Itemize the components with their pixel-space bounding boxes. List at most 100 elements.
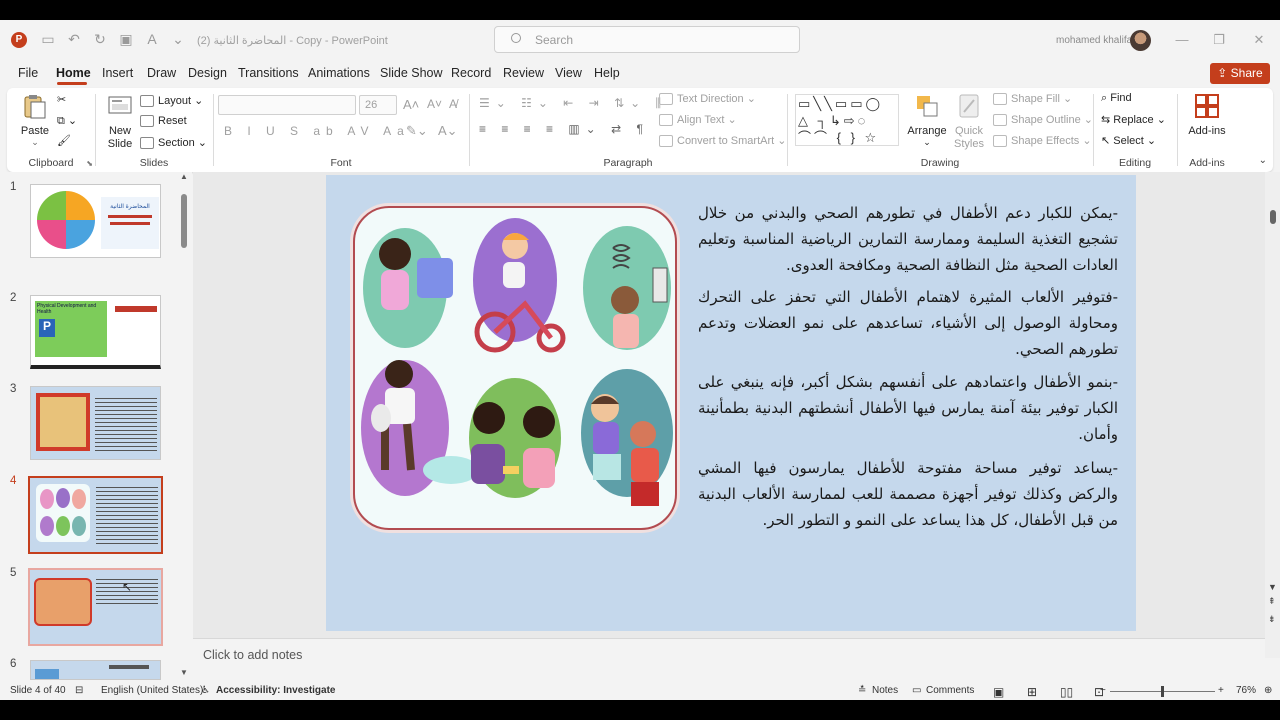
comments-icon[interactable]: ▭	[912, 685, 921, 696]
align-text-button[interactable]: Align Text ⌄	[659, 113, 737, 127]
language-status[interactable]: English (United States)	[101, 685, 203, 696]
tab-home[interactable]: Home	[56, 66, 91, 80]
tab-record[interactable]: Record	[451, 66, 491, 80]
tab-transitions[interactable]: Transitions	[238, 66, 299, 80]
tab-design[interactable]: Design	[188, 66, 227, 80]
font-color-icon[interactable]: A⌄	[438, 123, 458, 139]
slide-paragraph-3[interactable]: -بنمو الأطفال واعتمادهم على أنفسهم بشكل …	[698, 369, 1118, 447]
close-icon[interactable]: ✕	[1249, 32, 1269, 48]
font-format-buttons[interactable]: B I U S ab AV Aa	[224, 124, 410, 138]
previous-slide-icon[interactable]: ⇞	[1268, 596, 1276, 607]
minimize-icon[interactable]: —	[1172, 32, 1192, 47]
undo-icon[interactable]: ↶	[64, 31, 84, 48]
shape-fill-icon	[993, 93, 1007, 106]
select-button[interactable]: ↖ Select ⌄	[1101, 134, 1156, 147]
tab-review[interactable]: Review	[503, 66, 544, 80]
zoom-level[interactable]: 76%	[1236, 685, 1256, 696]
zoom-slider-thumb[interactable]	[1161, 686, 1164, 697]
highlight-icon[interactable]: ✎⌄	[406, 123, 428, 139]
restore-icon[interactable]: ❐	[1209, 32, 1229, 48]
clipboard-launcher-icon[interactable]: ⬊	[86, 159, 93, 168]
customize-qat-icon[interactable]: ⌄	[168, 31, 188, 48]
children-activities-illustration[interactable]	[353, 206, 677, 530]
notes-pane[interactable]: Click to add notes	[193, 638, 1265, 680]
current-slide[interactable]: -يمكن للكبار دعم الأطفال في تطورهم الصحي…	[326, 175, 1136, 631]
scrollbar-thumb[interactable]	[1270, 210, 1276, 224]
spelling-icon[interactable]: ⊟	[75, 685, 83, 696]
tab-help[interactable]: Help	[594, 66, 620, 80]
tab-slide-show[interactable]: Slide Show	[380, 66, 443, 80]
scrollbar-thumb[interactable]	[181, 194, 187, 248]
scroll-down-icon[interactable]: ▼	[1268, 582, 1277, 592]
next-slide-icon[interactable]: ⇟	[1268, 614, 1276, 625]
cut-icon[interactable]: ✂	[57, 93, 66, 106]
reset-button[interactable]: Reset	[140, 115, 187, 128]
user-name[interactable]: mohamed khalifa	[1056, 35, 1132, 46]
convert-smartart-button[interactable]: Convert to SmartArt ⌄	[659, 134, 786, 148]
collapse-ribbon-icon[interactable]: ⌄	[1259, 155, 1267, 166]
alignment-buttons[interactable]: ≡ ≡ ≡ ≡ ▥⌄ ⇄ ¶	[479, 122, 649, 136]
find-button[interactable]: ⌕ Find	[1101, 92, 1132, 105]
addins-button[interactable]: Add-ins	[1185, 92, 1229, 137]
slide-scrollbar[interactable]: ▼ ⇞ ⇟	[1265, 172, 1280, 658]
font-size-input[interactable]: 26	[359, 95, 397, 115]
font-color-icon[interactable]: A	[142, 31, 162, 48]
tab-file[interactable]: File	[18, 66, 38, 80]
share-button[interactable]: ⇪ Share	[1210, 63, 1270, 84]
notes-icon[interactable]: ≛	[858, 685, 866, 696]
decrease-font-icon[interactable]: A˅	[427, 97, 442, 111]
reading-view-icon[interactable]: ▯▯	[1060, 685, 1073, 699]
accessibility-icon: ♿	[201, 685, 210, 696]
slide-paragraph-4[interactable]: -يساعد توفير مساحة مفتوحة للأطفال يمارسو…	[698, 455, 1118, 533]
normal-view-icon[interactable]: ▣	[993, 685, 1004, 699]
slide-paragraph-1[interactable]: -يمكن للكبار دعم الأطفال في تطورهم الصحي…	[698, 200, 1118, 278]
replace-button[interactable]: ⇆ Replace ⌄	[1101, 113, 1166, 126]
avatar[interactable]	[1130, 30, 1151, 51]
thumb-photo	[36, 393, 90, 451]
paste-button[interactable]: Paste ⌄	[17, 92, 53, 148]
notes-placeholder[interactable]: Click to add notes	[203, 648, 302, 662]
list-buttons[interactable]: ☰⌄ ☷⌄ ⇤ ⇥ ⇅⌄ ⫼	[479, 96, 667, 111]
accessibility-status[interactable]: Accessibility: Investigate	[216, 685, 336, 696]
scroll-down-icon[interactable]: ▼	[180, 668, 188, 677]
slide-paragraph-2[interactable]: -فتوفير الألعاب المثيرة لاهتمام الأطفال …	[698, 284, 1118, 362]
slide-sorter-icon[interactable]: ⊞	[1027, 685, 1037, 699]
save-icon[interactable]: ▭	[38, 31, 58, 48]
redo-icon[interactable]: ↻	[90, 31, 110, 48]
search-input[interactable]: Search	[494, 26, 800, 53]
layout-button[interactable]: Layout ⌄	[140, 94, 203, 108]
font-name-input[interactable]	[218, 95, 356, 115]
comments-button[interactable]: Comments	[926, 685, 974, 696]
clear-formatting-icon[interactable]: A̸	[449, 97, 457, 111]
shape-outline-button[interactable]: Shape Outline ⌄	[993, 113, 1093, 127]
section-button[interactable]: Section ⌄	[140, 136, 207, 150]
thumbnails-scrollbar[interactable]: ▲ ▼	[179, 172, 189, 680]
copy-icon[interactable]: ⧉ ⌄	[57, 114, 77, 128]
zoom-in-icon[interactable]: +	[1218, 685, 1224, 696]
slide-thumbnail-1[interactable]: المحاضرة الثانية	[30, 184, 161, 258]
tab-draw[interactable]: Draw	[147, 66, 176, 80]
fit-to-window-icon[interactable]: ⊕	[1264, 685, 1272, 696]
zoom-out-icon[interactable]: −	[1100, 685, 1106, 696]
tab-animations[interactable]: Animations	[308, 66, 370, 80]
quick-styles-button[interactable]: Quick Styles	[951, 92, 987, 151]
active-tab-indicator	[57, 82, 87, 85]
scroll-up-icon[interactable]: ▲	[180, 172, 188, 181]
slide-thumbnail-5[interactable]: ↖	[28, 568, 163, 646]
slide-thumbnail-6[interactable]	[30, 660, 161, 680]
slide-thumbnail-2[interactable]: Physical Development and Health P	[30, 295, 161, 369]
text-direction-button[interactable]: Text Direction ⌄	[659, 92, 756, 106]
shape-effects-button[interactable]: Shape Effects ⌄	[993, 134, 1092, 148]
presenter-icon[interactable]: ▣	[116, 31, 136, 48]
notes-button[interactable]: Notes	[872, 685, 898, 696]
format-painter-icon[interactable]: 🖌	[57, 134, 71, 147]
arrange-button[interactable]: Arrange ⌄	[907, 92, 947, 148]
new-slide-button[interactable]: New Slide	[101, 92, 139, 151]
tab-insert[interactable]: Insert	[102, 66, 133, 80]
shape-fill-button[interactable]: Shape Fill ⌄	[993, 92, 1072, 106]
slide-thumbnail-3[interactable]	[30, 386, 161, 460]
increase-font-icon[interactable]: A˄	[403, 97, 419, 112]
tab-view[interactable]: View	[555, 66, 582, 80]
shapes-gallery[interactable]: ▭╲╲▭▭◯ △ ┐↳⇨◌ ⌒⌒ { } ☆	[795, 94, 899, 146]
slide-thumbnail-4[interactable]	[28, 476, 163, 554]
